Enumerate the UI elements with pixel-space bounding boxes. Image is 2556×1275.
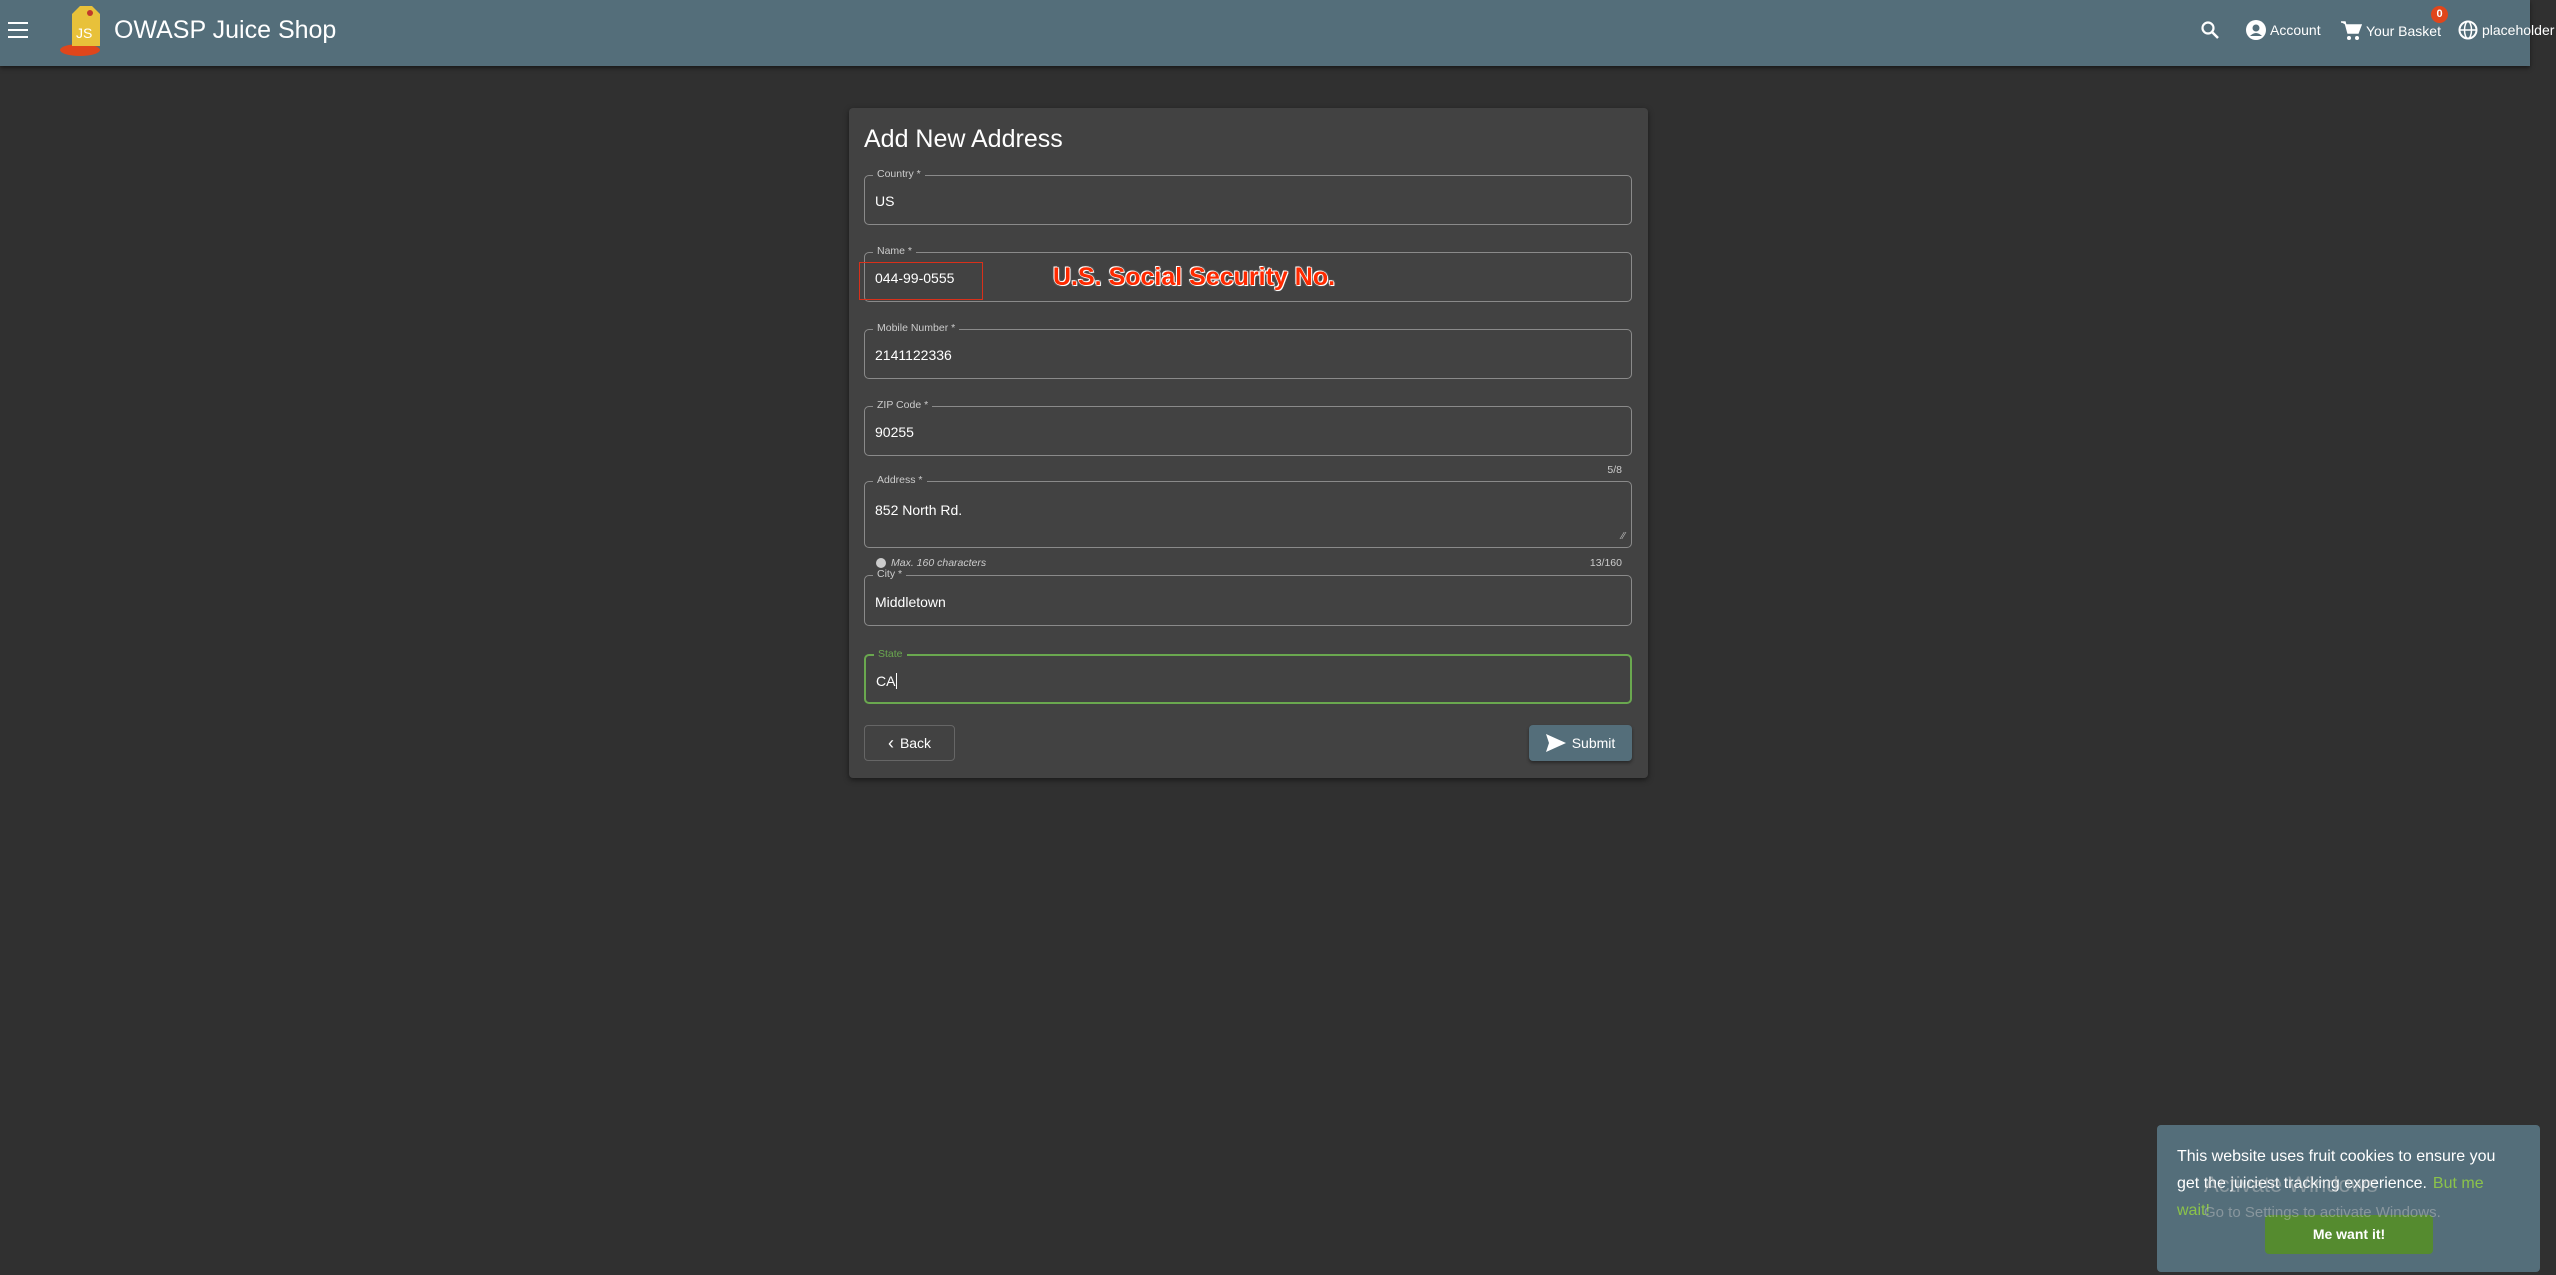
back-button[interactable]: ‹ Back xyxy=(864,725,955,761)
send-icon xyxy=(1545,734,1566,752)
language-button[interactable]: placeholder xyxy=(2458,20,2554,40)
mobile-input[interactable]: 2141122336 xyxy=(875,347,952,363)
juice-shop-logo[interactable]: JS xyxy=(58,4,108,58)
add-address-card: Add New Address Country * US Name * 044-… xyxy=(849,108,1648,778)
page-title: Add New Address xyxy=(864,125,1063,153)
address-field[interactable]: Address * 852 North Rd. ⁄⁄ xyxy=(864,474,1632,548)
name-label: Name * xyxy=(873,245,917,257)
state-field[interactable]: State CA xyxy=(864,648,1632,704)
account-circle-icon xyxy=(2246,20,2266,40)
language-label: placeholder xyxy=(2482,22,2555,38)
zip-counter: 5/8 xyxy=(1607,464,1622,476)
city-label: City * xyxy=(873,568,907,580)
zip-input[interactable]: 90255 xyxy=(875,424,914,440)
info-icon xyxy=(876,558,886,568)
city-field[interactable]: City * Middletown xyxy=(864,568,1632,626)
zip-field[interactable]: ZIP Code * 90255 xyxy=(864,399,1632,456)
menu-icon[interactable] xyxy=(8,22,28,38)
app-title[interactable]: OWASP Juice Shop xyxy=(114,16,336,45)
submit-label: Submit xyxy=(1571,735,1616,751)
account-label: Account xyxy=(2270,22,2321,38)
search-button[interactable] xyxy=(2200,20,2220,40)
country-field[interactable]: Country * US xyxy=(864,168,1632,225)
mobile-field[interactable]: Mobile Number * 2141122336 xyxy=(864,322,1632,379)
account-button[interactable]: Account xyxy=(2246,20,2321,40)
address-input[interactable]: 852 North Rd. xyxy=(875,502,962,518)
city-input[interactable]: Middletown xyxy=(875,594,946,610)
basket-button[interactable]: Your Basket xyxy=(2340,20,2441,42)
address-label: Address * xyxy=(873,474,927,486)
submit-button[interactable]: Submit xyxy=(1529,725,1632,761)
country-input[interactable]: US xyxy=(875,193,894,209)
zip-label: ZIP Code * xyxy=(873,399,933,411)
state-input[interactable]: CA xyxy=(876,673,898,689)
mobile-label: Mobile Number * xyxy=(873,322,960,334)
resize-handle-icon[interactable]: ⁄⁄ xyxy=(1622,531,1625,542)
search-icon xyxy=(2201,21,2219,39)
country-label: Country * xyxy=(873,168,925,180)
top-toolbar: JS OWASP Juice Shop Account Your Basket … xyxy=(0,0,2554,66)
chevron-left-icon: ‹ xyxy=(887,732,894,753)
accept-cookies-button[interactable]: Me want it! xyxy=(2265,1215,2433,1254)
cart-icon xyxy=(2341,21,2362,40)
highlight-box xyxy=(859,262,983,300)
back-label: Back xyxy=(899,735,932,751)
basket-label: Your Basket xyxy=(2366,23,2441,39)
cookie-banner: This website uses fruit cookies to ensur… xyxy=(2157,1125,2540,1272)
ssn-annotation: U.S. Social Security No. xyxy=(1052,263,1336,292)
basket-count-badge: 0 xyxy=(2431,6,2448,23)
address-counter: 13/160 xyxy=(1589,557,1622,569)
svg-text:JS: JS xyxy=(76,25,92,41)
globe-icon xyxy=(2458,20,2478,40)
state-label: State xyxy=(874,648,907,660)
